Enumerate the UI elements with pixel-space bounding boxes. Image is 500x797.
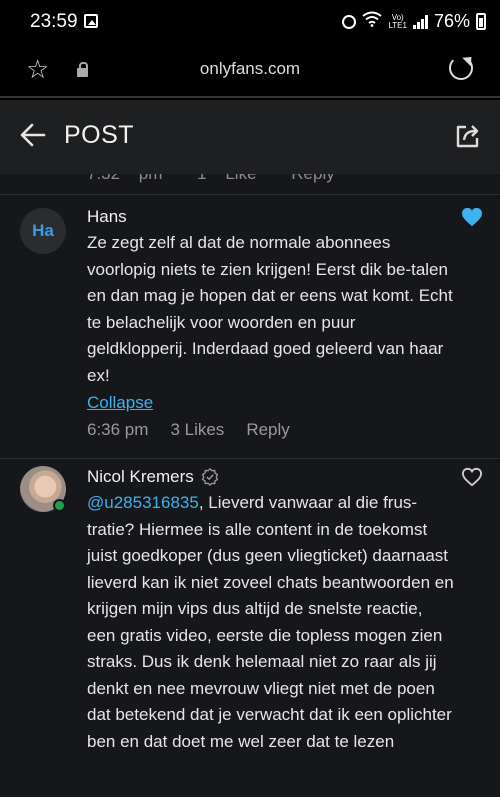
verified-badge-icon xyxy=(201,468,218,486)
status-time: 23:59 xyxy=(30,11,78,32)
reload-icon[interactable] xyxy=(449,56,473,80)
comment-text: @u285316835, Lieverd vanwaar al die frus… xyxy=(87,493,454,751)
battery-icon xyxy=(476,13,486,30)
previous-comment-meta: 7:32 pm 1 Like Reply xyxy=(87,174,351,184)
share-icon[interactable] xyxy=(454,122,482,150)
wifi-icon xyxy=(362,11,383,32)
comment-time: 6:36 pm xyxy=(87,420,149,439)
post-header: POST xyxy=(0,100,500,174)
gallery-notification-icon xyxy=(84,14,98,28)
alarm-icon xyxy=(342,14,357,29)
heart-filled-icon[interactable] xyxy=(461,207,483,227)
comment-meta: 6:36 pm 3 Likes Reply xyxy=(87,420,290,440)
status-bar: 23:59 Vo) LTE1 76% xyxy=(0,0,500,44)
comment-author[interactable]: Hans xyxy=(87,207,127,227)
comments-list[interactable]: 7:32 pm 1 Like Reply Ha Hans Ze zegt zel… xyxy=(0,174,500,797)
likes-count[interactable]: 3 Likes xyxy=(170,420,224,440)
collapse-link[interactable]: Collapse xyxy=(87,393,153,413)
volte-indicator: Vo) LTE1 xyxy=(388,12,407,30)
browser-toolbar: ☆ onlyfans.com xyxy=(0,44,500,98)
user-mention-link[interactable]: @u285316835 xyxy=(87,493,199,512)
comment-text: Ze zegt zelf al dat de normale abonnees … xyxy=(87,233,453,385)
comment-author[interactable]: Nicol Kremers xyxy=(87,467,219,487)
url-bar[interactable]: onlyfans.com xyxy=(0,59,500,79)
back-arrow-icon[interactable] xyxy=(20,122,46,148)
divider xyxy=(0,194,500,195)
reply-button[interactable]: Reply xyxy=(246,420,289,440)
divider xyxy=(0,458,500,459)
avatar[interactable] xyxy=(20,466,66,512)
signal-icon xyxy=(412,14,428,29)
avatar[interactable]: Ha xyxy=(20,208,66,254)
online-status-dot xyxy=(53,499,66,512)
heart-outline-icon[interactable] xyxy=(461,467,483,487)
battery-percent: 76% xyxy=(433,11,470,31)
page-title: POST xyxy=(64,121,135,149)
